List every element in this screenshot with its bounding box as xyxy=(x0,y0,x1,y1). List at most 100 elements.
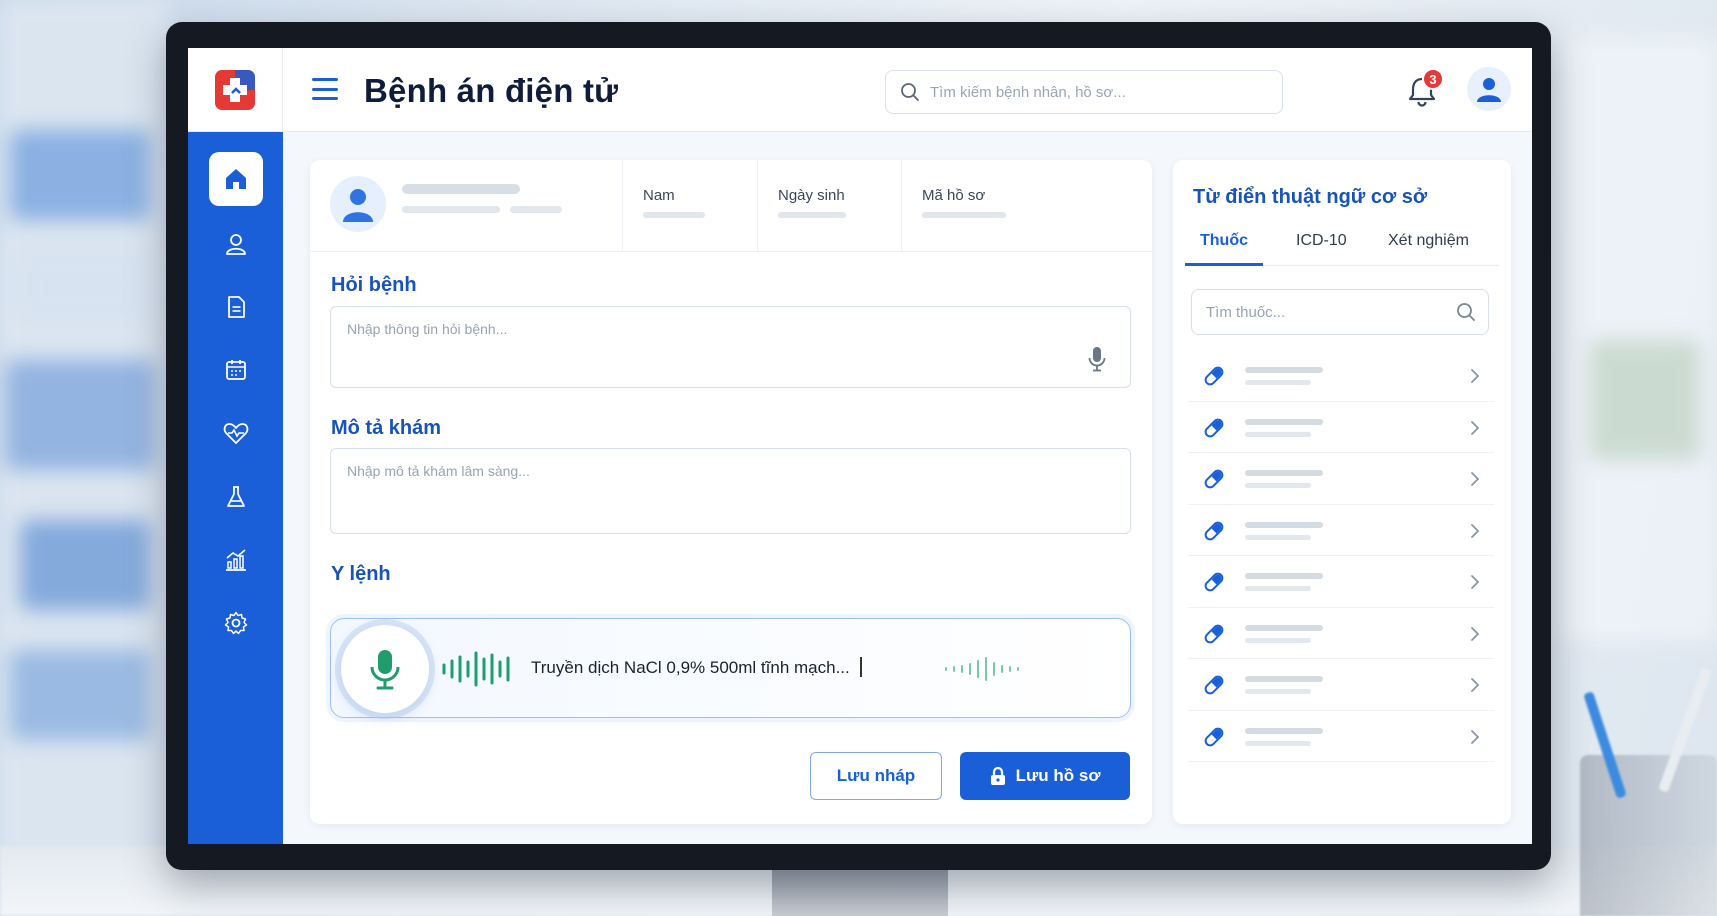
drug-detail-placeholder xyxy=(1245,534,1311,540)
user-avatar[interactable] xyxy=(1467,67,1511,111)
drug-name-placeholder xyxy=(1245,624,1323,631)
sidebar xyxy=(188,132,283,844)
exam-field xyxy=(330,448,1131,534)
drug-detail-placeholder xyxy=(1245,586,1311,591)
voice-record-button[interactable] xyxy=(341,625,429,713)
page-title: Bệnh án điện tử xyxy=(364,72,619,109)
sidebar-item-home[interactable] xyxy=(209,152,263,206)
drug-search[interactable] xyxy=(1191,289,1489,335)
save-record-label: Lưu hồ sơ xyxy=(1015,766,1101,785)
flask-icon xyxy=(227,486,245,507)
drug-list-item[interactable] xyxy=(1188,607,1494,659)
monitor-stand xyxy=(772,870,948,916)
app-screen: Bệnh án điện tử 3 xyxy=(188,48,1532,844)
text-caret xyxy=(859,657,862,677)
tab-icd10[interactable]: ICD-10 xyxy=(1296,232,1347,250)
search-icon xyxy=(901,83,919,101)
gear-icon xyxy=(224,611,248,635)
drug-name-placeholder xyxy=(1245,367,1323,373)
document-icon xyxy=(228,296,245,318)
search-icon[interactable] xyxy=(1456,302,1476,322)
microphone-icon[interactable] xyxy=(1086,345,1108,373)
patient-gender: Nam xyxy=(622,160,757,252)
sidebar-item-settings[interactable] xyxy=(209,596,263,650)
drug-list-item[interactable] xyxy=(1188,556,1494,608)
drug-detail-placeholder xyxy=(1245,637,1311,643)
voice-transcript: Truyền dịch NaCl 0,9% 500ml tĩnh mạch... xyxy=(531,657,862,678)
tab-drugs[interactable]: Thuốc xyxy=(1200,232,1248,250)
sidebar-item-vitals[interactable] xyxy=(209,406,263,460)
drug-name-placeholder xyxy=(1245,418,1323,425)
app-logo-icon xyxy=(215,70,255,110)
chevron-right-icon xyxy=(1471,678,1480,692)
patient-info-bar: Nam Ngày sinh Mã hồ sơ xyxy=(310,160,1152,252)
gender-value-placeholder xyxy=(643,212,705,218)
global-search-input[interactable] xyxy=(930,83,1250,101)
exam-input[interactable] xyxy=(331,449,1130,533)
save-record-button[interactable]: Lưu hồ sơ xyxy=(960,752,1130,800)
drug-name-placeholder xyxy=(1245,727,1323,734)
chevron-right-icon xyxy=(1471,626,1480,641)
top-header: Bệnh án điện tử 3 xyxy=(188,48,1532,132)
patient-avatar xyxy=(330,176,386,232)
pill-icon xyxy=(1204,418,1224,437)
tab-lab-tests[interactable]: Xét nghiệm xyxy=(1388,232,1469,250)
user-avatar-icon xyxy=(1477,78,1501,102)
drug-list-item[interactable] xyxy=(1188,659,1494,711)
drug-search-input[interactable] xyxy=(1206,303,1456,321)
global-search[interactable] xyxy=(885,70,1283,114)
drug-name-placeholder xyxy=(1245,521,1323,528)
sidebar-item-schedule[interactable] xyxy=(209,343,263,397)
patient-record-id: Mã hồ sơ xyxy=(901,160,1081,252)
pill-icon xyxy=(1204,469,1224,489)
record-id-value-placeholder xyxy=(922,212,1006,218)
chevron-right-icon xyxy=(1471,420,1480,435)
waveform-icon xyxy=(442,651,510,687)
active-tab-indicator xyxy=(1185,263,1263,266)
drug-name-placeholder xyxy=(1245,676,1323,682)
terminology-dictionary-panel: Từ điển thuật ngữ cơ sở Thuốc ICD-10 Xét… xyxy=(1173,160,1511,824)
chevron-right-icon xyxy=(1471,472,1480,486)
logo-container xyxy=(188,48,283,132)
pill-icon xyxy=(1204,675,1224,695)
history-input[interactable] xyxy=(331,307,1130,387)
gender-label: Nam xyxy=(643,187,675,204)
dob-label: Ngày sinh xyxy=(778,187,845,204)
drug-detail-placeholder xyxy=(1245,740,1311,746)
drug-detail-placeholder xyxy=(1245,431,1311,437)
drug-detail-placeholder xyxy=(1245,483,1311,488)
pill-icon xyxy=(1204,572,1224,592)
drug-detail-placeholder xyxy=(1245,689,1311,694)
microphone-icon xyxy=(370,650,400,690)
home-icon xyxy=(226,169,246,189)
pen-holder xyxy=(1580,755,1717,916)
calendar-icon xyxy=(226,360,246,380)
sidebar-item-reports[interactable] xyxy=(209,533,263,587)
chevron-right-icon xyxy=(1471,369,1480,383)
record-id-label: Mã hồ sơ xyxy=(922,187,986,204)
lock-icon xyxy=(990,766,1005,785)
voice-dictation-field[interactable]: Truyền dịch NaCl 0,9% 500ml tĩnh mạch... xyxy=(330,618,1131,718)
sidebar-item-lab[interactable] xyxy=(209,470,263,524)
chart-icon xyxy=(226,549,246,571)
sidebar-item-patients[interactable] xyxy=(209,217,263,271)
drug-list-item[interactable] xyxy=(1188,401,1494,453)
dictionary-title: Từ điển thuật ngữ cơ sở xyxy=(1193,186,1428,208)
drug-list-item[interactable] xyxy=(1188,350,1494,402)
medical-record-form: Nam Ngày sinh Mã hồ sơ Hỏi bệnh Mô tả kh xyxy=(310,160,1152,824)
patient-dob: Ngày sinh xyxy=(757,160,901,252)
pill-icon xyxy=(1204,366,1224,386)
hamburger-menu-icon[interactable] xyxy=(312,78,338,100)
history-field xyxy=(330,306,1131,388)
dictionary-tabs: Thuốc ICD-10 Xét nghiệm xyxy=(1185,224,1499,266)
patient-avatar-icon xyxy=(343,189,373,222)
orders-section-title: Y lệnh xyxy=(331,563,391,585)
sidebar-item-records[interactable] xyxy=(209,280,263,334)
drug-name-placeholder xyxy=(1245,470,1323,476)
drug-list-item[interactable] xyxy=(1188,453,1494,505)
save-draft-button[interactable]: Lưu nháp xyxy=(810,752,942,800)
notification-badge: 3 xyxy=(1422,68,1444,90)
drug-list-item[interactable] xyxy=(1188,504,1494,556)
drug-list-item[interactable] xyxy=(1188,710,1494,762)
heart-pulse-icon xyxy=(223,423,249,444)
